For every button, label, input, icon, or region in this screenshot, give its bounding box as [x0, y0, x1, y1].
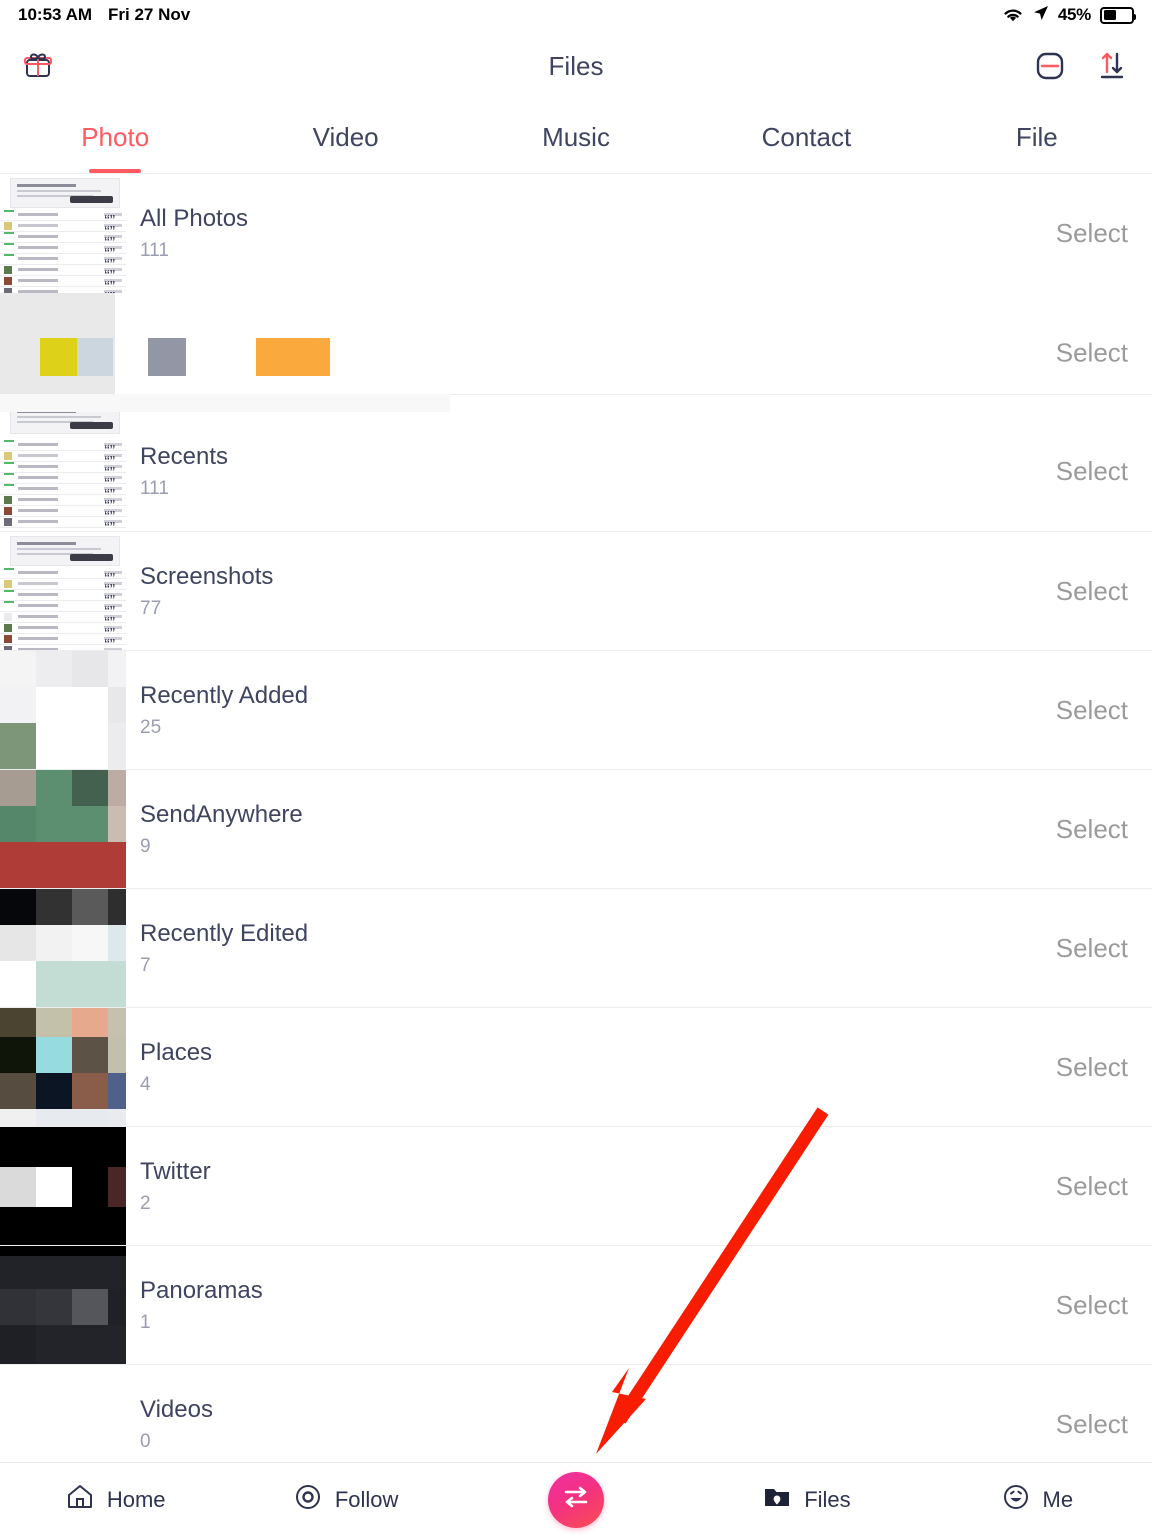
album-name: All Photos [140, 205, 249, 232]
album-thumbnail [0, 770, 126, 888]
device-link-icon[interactable] [1030, 46, 1070, 86]
page-title: Files [548, 50, 604, 81]
tab-photo-label: Photo [81, 122, 150, 152]
battery-icon [1100, 6, 1136, 24]
album-thumbnail [0, 889, 126, 1007]
nav-label-follow: Follow [334, 1486, 399, 1512]
table-row[interactable]: Recents 111 Select [0, 412, 1152, 531]
album-name: SendAnywhere [140, 800, 303, 828]
table-row[interactable]: SendAnywhere 9 Select [0, 769, 1152, 888]
album-name: Recently Edited [140, 919, 309, 947]
nav-item-home[interactable]: Home [0, 1463, 230, 1536]
table-row[interactable]: Screenshots 77 Select [0, 531, 1152, 650]
location-arrow-icon [1033, 5, 1049, 26]
album-name: Places [140, 1038, 213, 1066]
folder-icon [762, 1482, 792, 1518]
table-row[interactable]: Recently Added 25 Select [0, 650, 1152, 769]
album-thumbnail [0, 651, 126, 769]
select-button[interactable]: Select [1056, 695, 1128, 726]
album-count: 111 [140, 478, 169, 499]
tab-music-label: Music [542, 122, 610, 152]
wifi-icon [1002, 7, 1024, 23]
album-name: Screenshots [140, 562, 274, 590]
album-count: 9 [140, 835, 151, 857]
app-header: Files [0, 30, 1152, 102]
status-date: Fri 27 Nov [108, 5, 191, 24]
album-count: 77 [140, 597, 162, 619]
album-thumbnail [0, 412, 126, 531]
select-button[interactable]: Select [1056, 1290, 1128, 1321]
table-row[interactable]: Panoramas 1 Select [0, 1245, 1152, 1364]
nav-label-home: Home [106, 1486, 166, 1512]
nav-item-files[interactable]: Files [691, 1463, 921, 1536]
table-row[interactable]: Recently Edited 7 Select [0, 888, 1152, 1007]
album-name: Recently Added [140, 681, 309, 709]
status-time: 10:53 AM [18, 5, 93, 24]
album-list: All Photos 111 Select Select Recents 111… [0, 174, 1152, 1483]
album-thumbnail [0, 1127, 126, 1245]
status-bar: 10:53 AM Fri 27 Nov 45% [0, 0, 1152, 30]
album-name: Twitter [140, 1157, 211, 1185]
album-count: 1 [140, 1311, 151, 1333]
transfer-fab-slot [461, 1471, 691, 1528]
partially-rendered-row[interactable]: Select [0, 293, 1152, 412]
gift-icon[interactable] [20, 48, 56, 84]
album-thumbnail [0, 1008, 126, 1126]
select-button[interactable]: Select [1056, 218, 1128, 249]
transfer-arrows-icon [559, 1480, 593, 1519]
nav-label-me: Me [1042, 1486, 1074, 1512]
smiley-icon [1001, 1482, 1031, 1518]
tab-contact[interactable]: Contact [691, 102, 921, 173]
table-row[interactable]: All Photos 111 Select [0, 174, 1152, 293]
select-button[interactable]: Select [1056, 1052, 1128, 1083]
target-icon [293, 1482, 323, 1518]
battery-percent: 45% [1057, 5, 1091, 24]
album-thumbnail [0, 1246, 126, 1364]
category-tabs: Photo Video Music Contact File [0, 102, 1152, 174]
table-row[interactable]: Twitter 2 Select [0, 1126, 1152, 1245]
nav-item-follow[interactable]: Follow [230, 1463, 460, 1536]
bottom-navigation: Home Follow Files Me [0, 1462, 1152, 1536]
select-button[interactable]: Select [1056, 933, 1128, 964]
tab-music[interactable]: Music [461, 102, 691, 173]
tab-file-label: File [1015, 122, 1058, 152]
select-button[interactable]: Select [1056, 1171, 1128, 1202]
album-count: 25 [140, 716, 162, 738]
nav-label-files: Files [804, 1486, 851, 1512]
album-count: 0 [140, 1430, 151, 1452]
album-name: Recents [140, 443, 229, 470]
album-count: 7 [140, 954, 151, 976]
album-name: Videos [140, 1395, 213, 1423]
tab-video[interactable]: Video [230, 102, 460, 173]
select-button[interactable]: Select [1056, 456, 1128, 487]
select-button[interactable]: Select [1056, 337, 1128, 368]
album-thumbnail [0, 174, 126, 293]
select-button[interactable]: Select [1056, 814, 1128, 845]
tab-video-label: Video [312, 122, 379, 152]
select-button[interactable]: Select [1056, 576, 1128, 607]
transfer-fab-button[interactable] [548, 1471, 605, 1528]
album-thumbnail [0, 532, 126, 650]
home-icon [65, 1482, 95, 1518]
nav-item-me[interactable]: Me [922, 1463, 1152, 1536]
tab-file[interactable]: File [922, 102, 1152, 173]
album-count: 111 [140, 240, 169, 261]
tab-photo[interactable]: Photo [0, 102, 230, 173]
select-button[interactable]: Select [1056, 1409, 1128, 1440]
album-count: 2 [140, 1192, 151, 1214]
tab-contact-label: Contact [761, 122, 852, 152]
table-row[interactable]: Places 4 Select [0, 1007, 1152, 1126]
album-name: Panoramas [140, 1276, 263, 1304]
transfer-updown-icon[interactable] [1092, 46, 1132, 86]
album-count: 4 [140, 1073, 151, 1095]
